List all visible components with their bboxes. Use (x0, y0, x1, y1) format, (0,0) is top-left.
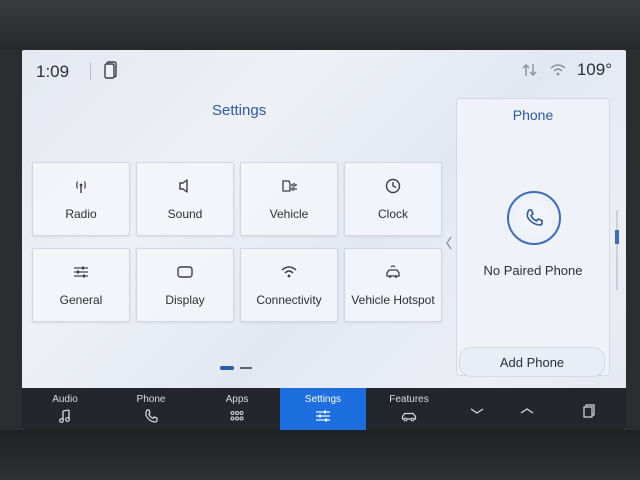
settings-tile-vehicle-hotspot[interactable]: Vehicle Hotspot (344, 248, 442, 322)
nav-tab-settings[interactable]: Settings (280, 388, 366, 430)
settings-tile-radio[interactable]: Radio (32, 162, 130, 236)
screen-bezel-bottom (0, 430, 640, 480)
nav-tab-phone[interactable]: Phone (108, 388, 194, 430)
chevron-up-icon (520, 407, 534, 414)
tile-label-vehicle: Vehicle (269, 207, 309, 221)
page-title: Settings (212, 102, 267, 119)
nav-multitask[interactable] (552, 388, 626, 430)
page-indicator-active (220, 366, 234, 370)
sliders-icon (316, 410, 330, 422)
settings-tile-connectivity[interactable]: Connectivity (240, 248, 338, 322)
settings-tile-sound[interactable]: Sound (136, 162, 234, 236)
clock-time: 1:09 (36, 62, 70, 81)
apps-grid-icon (230, 411, 244, 421)
chevron-down-icon (470, 407, 484, 414)
side-scroll-indicator (615, 210, 619, 290)
outside-temperature: 109° (576, 60, 612, 79)
infotainment-screen: 1:09 109° Settings Radio Sound Vehicle C… (22, 50, 626, 430)
nav-chevron-down[interactable] (452, 388, 502, 430)
car-icon (401, 412, 417, 422)
speaker-icon (179, 179, 188, 193)
settings-tile-vehicle[interactable]: Vehicle (240, 162, 338, 236)
nav-tab-audio-label: Audio (52, 394, 78, 405)
radio-antenna-icon (76, 181, 86, 193)
tile-label-vehicle-hotspot: Vehicle Hotspot (351, 293, 435, 307)
phone-device-icon[interactable] (104, 61, 118, 79)
copy-windows-icon (583, 403, 595, 418)
tile-label-connectivity: Connectivity (256, 293, 322, 307)
nav-tab-audio[interactable]: Audio (22, 388, 108, 430)
nav-tab-features[interactable]: Features (366, 388, 452, 430)
phone-panel-title: Phone (512, 107, 554, 123)
vehicle-hotspot-icon (386, 265, 400, 278)
collapse-panel-chevron-icon[interactable] (446, 236, 452, 250)
phone-handset-icon (526, 209, 543, 226)
music-note-icon (59, 409, 70, 423)
sliders-icon (74, 266, 88, 278)
data-signal-icon (522, 64, 537, 76)
page-indicator-inactive (240, 367, 252, 369)
nav-tab-apps-label: Apps (225, 394, 249, 405)
nav-tab-apps[interactable]: Apps (194, 388, 280, 430)
status-bar: 1:09 109° (22, 50, 626, 92)
nav-chevron-up[interactable] (502, 388, 552, 430)
status-divider (90, 62, 91, 80)
nav-tab-features-label: Features (389, 394, 429, 405)
settings-tile-general[interactable]: General (32, 248, 130, 322)
status-right-group: 109° (521, 60, 612, 80)
clock-icon (385, 178, 401, 194)
phone-status-text: No Paired Phone (483, 263, 583, 278)
phone-panel: Phone No Paired Phone Add Phone (456, 98, 610, 377)
phone-call-button[interactable] (507, 191, 561, 245)
add-phone-button[interactable]: Add Phone (459, 347, 605, 377)
tile-label-sound: Sound (167, 207, 203, 221)
tile-label-radio: Radio (65, 207, 97, 221)
vehicle-settings-icon (282, 180, 297, 192)
wifi-icon (281, 266, 297, 278)
bottom-navigation-bar: Audio Phone Apps Settings Features (22, 388, 626, 430)
tile-label-display: Display (165, 293, 205, 307)
tile-label-clock: Clock (377, 207, 408, 221)
nav-tab-settings-label: Settings (304, 394, 342, 405)
screen-bezel-top (0, 0, 640, 50)
wifi-status-icon (550, 64, 566, 76)
settings-tile-display[interactable]: Display (136, 248, 234, 322)
tile-label-general: General (59, 293, 103, 307)
phone-icon (145, 409, 158, 423)
nav-tab-phone-label: Phone (136, 394, 166, 405)
settings-tile-clock[interactable]: Clock (344, 162, 442, 236)
display-icon (177, 266, 193, 278)
page-indicator[interactable] (220, 366, 252, 370)
